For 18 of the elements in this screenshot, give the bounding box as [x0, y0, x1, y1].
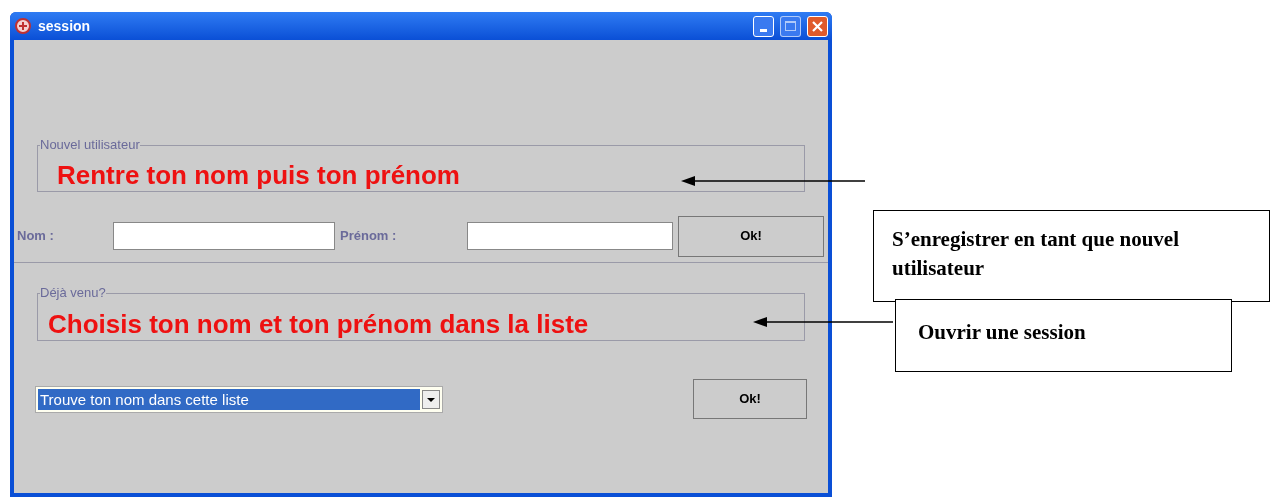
callout-box: Ouvrir une session	[895, 299, 1232, 372]
instruction-text: Choisis ton nom et ton prénom dans la liste	[48, 309, 589, 339]
name-dropdown[interactable]: Trouve ton nom dans cette liste	[35, 385, 443, 413]
name-field[interactable]	[113, 222, 335, 250]
field-label: Prénom :	[339, 227, 398, 246]
ok-button[interactable]: Ok!	[678, 215, 824, 257]
ok-button[interactable]: Ok!	[693, 379, 807, 419]
callout-box: S’enregistrer en tant que nouvel utilisateur	[873, 210, 1270, 302]
field-label: Nom :	[16, 227, 55, 246]
close-button[interactable]	[807, 15, 828, 37]
app-icon	[14, 17, 32, 35]
first-name-field[interactable]	[467, 222, 673, 250]
minimize-button[interactable]	[753, 15, 774, 37]
close-icon	[812, 20, 823, 32]
group-legend: Déjà venu?	[40, 285, 106, 301]
window-title: session	[38, 16, 92, 36]
maximize-button[interactable]	[780, 15, 801, 37]
instruction-text: Rentre ton nom puis ton prénom	[57, 160, 460, 190]
